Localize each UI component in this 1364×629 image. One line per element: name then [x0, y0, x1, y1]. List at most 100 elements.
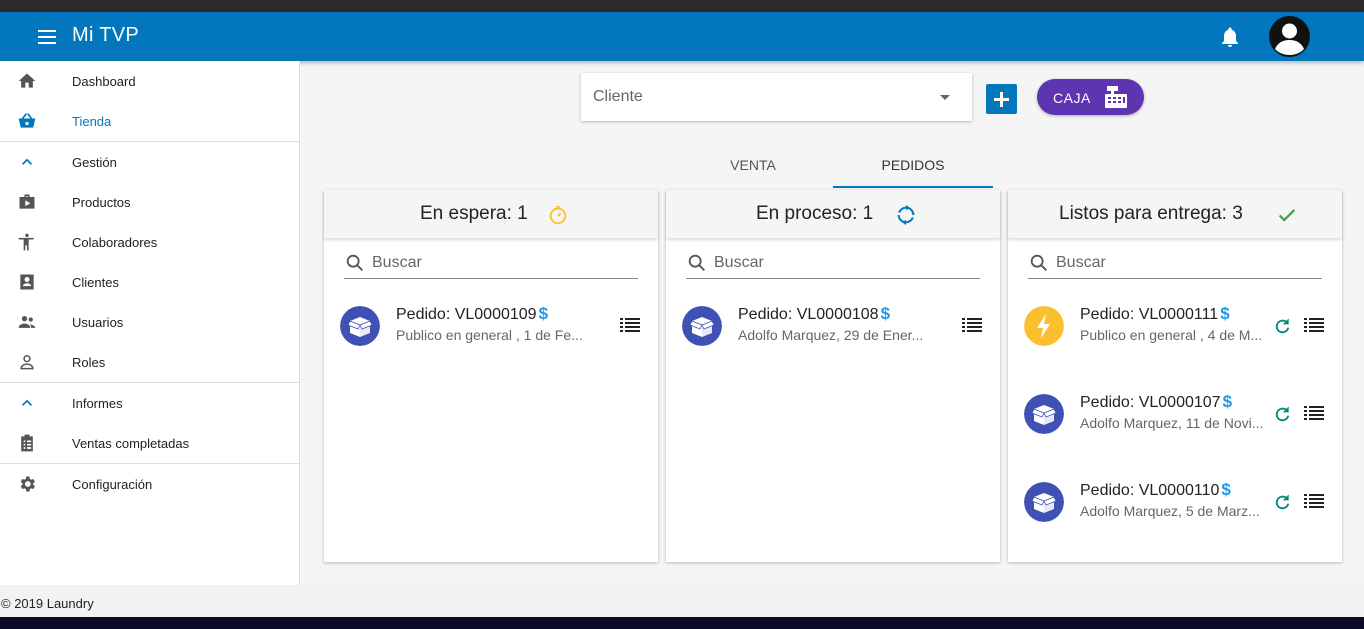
- tab-label: PEDIDOS: [881, 157, 945, 173]
- add-client-button[interactable]: [986, 84, 1017, 114]
- sidebar-item-label: Configuración: [72, 476, 153, 492]
- order-item[interactable]: Pedido: VL0000110 $ Adolfo Marquez, 5 de …: [1008, 478, 1342, 550]
- order-title: Pedido: VL0000111 $: [1080, 304, 1230, 324]
- sidebar-item-gestion[interactable]: Gestión: [0, 142, 299, 182]
- order-number: Pedido: VL0000109: [396, 306, 537, 323]
- search-icon: [1030, 254, 1047, 271]
- sidebar-item-label: Dashboard: [72, 73, 136, 89]
- order-subtitle: Publico en general , 1 de Fe...: [396, 327, 583, 343]
- lightning-icon: [1024, 306, 1064, 346]
- bell-icon[interactable]: [1218, 25, 1242, 49]
- list-icon[interactable]: [1304, 494, 1324, 508]
- check-icon: [1278, 209, 1296, 222]
- dollar-icon: $: [1220, 304, 1230, 323]
- search-icon: [688, 254, 705, 271]
- order-item[interactable]: Pedido: VL0000107 $ Adolfo Marquez, 11 de…: [1008, 390, 1342, 462]
- refresh-icon[interactable]: [1272, 316, 1292, 336]
- app-bar: Mi TVP: [0, 12, 1364, 61]
- account-circle-icon: [1275, 23, 1304, 55]
- dollar-icon: $: [1222, 392, 1233, 411]
- order-item[interactable]: Pedido: VL0000108 $ Adolfo Marquez, 29 de…: [666, 302, 1000, 374]
- box-play-icon: [19, 194, 35, 209]
- sidebar-item-label: Usuarios: [72, 314, 124, 330]
- sidebar: Dashboard Tienda Gestión Productos Colab…: [0, 61, 300, 585]
- dollar-icon: $: [538, 304, 549, 323]
- person-standing-icon: [18, 233, 34, 251]
- sidebar-item-label: Gestión: [72, 154, 117, 170]
- sidebar-item-label: Roles: [72, 354, 106, 370]
- search-icon: [346, 254, 363, 271]
- orders-column-listos-para-entrega: Listos para entrega: 3 Buscar Pedido: VL…: [1008, 190, 1342, 562]
- os-taskbar: [0, 617, 1364, 629]
- order-title: Pedido: VL0000107 $: [1080, 392, 1232, 412]
- column-title: En espera: 1: [420, 203, 528, 224]
- search-placeholder: Buscar: [714, 254, 764, 271]
- search-input[interactable]: Buscar: [686, 250, 980, 279]
- refresh-icon[interactable]: [1272, 404, 1292, 424]
- sidebar-item-label: Clientes: [72, 274, 119, 290]
- list-icon[interactable]: [620, 318, 640, 332]
- order-subtitle: Adolfo Marquez, 5 de Marz...: [1080, 503, 1260, 519]
- order-title: Pedido: VL0000108 $: [738, 304, 890, 324]
- order-number: Pedido: VL0000108: [738, 306, 879, 323]
- caja-button[interactable]: CAJA: [1037, 79, 1144, 115]
- footer-text: © 2019 Laundry: [1, 596, 94, 611]
- sidebar-item-roles[interactable]: Roles: [0, 342, 299, 382]
- menu-button[interactable]: [34, 25, 62, 49]
- refresh-icon[interactable]: [1272, 492, 1292, 512]
- chevron-up-icon: [22, 158, 32, 165]
- order-title: Pedido: VL0000109 $: [396, 304, 548, 324]
- search-placeholder: Buscar: [1056, 254, 1106, 271]
- order-item[interactable]: Pedido: VL0000109 $ Publico en general , …: [324, 302, 658, 374]
- sync-icon: [897, 204, 915, 226]
- sidebar-item-usuarios[interactable]: Usuarios: [0, 302, 299, 342]
- client-select[interactable]: Cliente: [581, 73, 972, 121]
- sidebar-item-tienda[interactable]: Tienda: [0, 101, 299, 141]
- order-subtitle: Adolfo Marquez, 29 de Ener...: [738, 327, 924, 343]
- column-header: En proceso: 1: [666, 190, 1000, 238]
- list-icon[interactable]: [962, 318, 982, 332]
- sidebar-item-dashboard[interactable]: Dashboard: [0, 61, 299, 101]
- tab-label: VENTA: [730, 157, 776, 173]
- tab-venta[interactable]: VENTA: [673, 148, 833, 188]
- sidebar-item-label: Productos: [72, 194, 131, 210]
- search-input[interactable]: Buscar: [1028, 250, 1322, 279]
- package-icon: [682, 306, 722, 346]
- sidebar-item-ventas-completadas[interactable]: Ventas completadas: [0, 423, 299, 463]
- dollar-icon: $: [1221, 480, 1231, 499]
- client-select-placeholder: Cliente: [593, 88, 643, 105]
- person-outline-icon: [20, 355, 34, 370]
- package-icon: [1024, 482, 1064, 522]
- list-icon[interactable]: [1304, 406, 1324, 420]
- list-icon[interactable]: [1304, 318, 1324, 332]
- sidebar-item-colaboradores[interactable]: Colaboradores: [0, 222, 299, 262]
- column-header: En espera: 1: [324, 190, 658, 238]
- order-subtitle: Adolfo Marquez, 11 de Novi...: [1080, 415, 1264, 431]
- sidebar-item-productos[interactable]: Productos: [0, 182, 299, 222]
- sidebar-item-label: Informes: [72, 395, 123, 411]
- dollar-icon: $: [880, 304, 891, 323]
- app-title: Mi TVP: [72, 24, 139, 46]
- sidebar-item-label: Tienda: [72, 113, 112, 129]
- clipboard-list-icon: [21, 434, 33, 452]
- tab-pedidos[interactable]: PEDIDOS: [833, 148, 993, 188]
- order-subtitle: Publico en general , 4 de M...: [1080, 327, 1263, 343]
- column-header: Listos para entrega: 3: [1008, 190, 1342, 238]
- order-item[interactable]: Pedido: VL0000111 $ Publico en general , …: [1008, 302, 1342, 374]
- contact-card-icon: [20, 274, 34, 290]
- sidebar-item-clientes[interactable]: Clientes: [0, 262, 299, 302]
- footer: © 2019 Laundry: [0, 585, 1364, 617]
- timer-icon: [549, 205, 567, 225]
- order-number: Pedido: VL0000111: [1080, 306, 1219, 323]
- sidebar-item-informes[interactable]: Informes: [0, 383, 299, 423]
- sidebar-item-configuracion[interactable]: Configuración: [0, 464, 299, 504]
- sidebar-item-label: Ventas completadas: [72, 435, 190, 451]
- basket-icon: [18, 113, 36, 128]
- search-input[interactable]: Buscar: [344, 250, 638, 279]
- chevron-up-icon: [22, 399, 32, 406]
- order-title: Pedido: VL0000110 $: [1080, 480, 1231, 500]
- gear-icon: [20, 476, 35, 492]
- package-icon: [1024, 394, 1064, 434]
- avatar[interactable]: [1269, 16, 1310, 57]
- order-number: Pedido: VL0000107: [1080, 394, 1221, 411]
